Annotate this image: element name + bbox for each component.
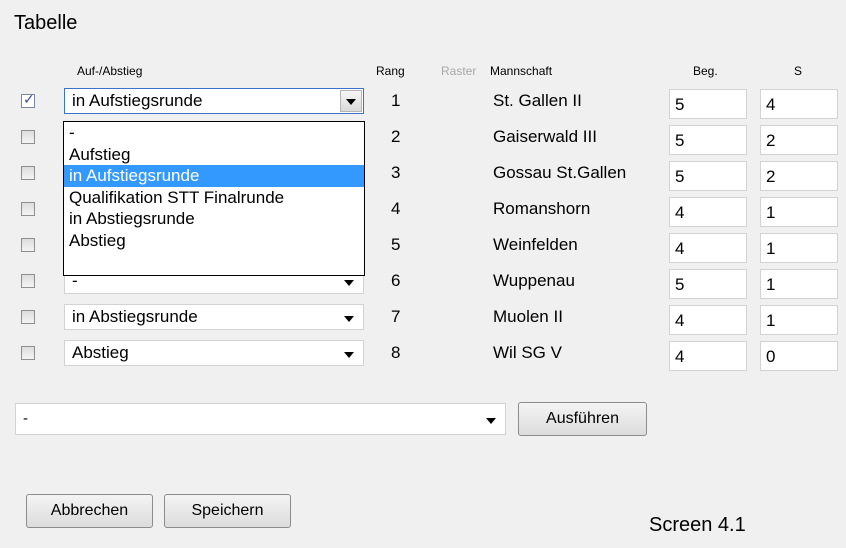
s-input[interactable]: 1	[760, 305, 838, 335]
row-checkbox[interactable]	[21, 274, 35, 288]
rank-value: 8	[391, 343, 401, 362]
rank-value: 5	[391, 235, 401, 254]
header-mannschaft: Mannschaft	[490, 64, 553, 78]
table-row: Abstieg 8 Wil SG V 40	[0, 336, 846, 372]
team-name: Muolen II	[493, 307, 563, 326]
row-checkbox[interactable]	[21, 92, 35, 108]
s-input[interactable]: 2	[760, 125, 838, 155]
row-checkbox[interactable]	[21, 346, 35, 360]
chevron-down-icon	[344, 280, 354, 286]
status-dropdown-list[interactable]: - Aufstieg in Aufstiegsrunde Qualifikation …	[63, 121, 365, 276]
cancel-button[interactable]: Abbrechen	[26, 494, 153, 528]
bulk-action-value: -	[23, 410, 28, 427]
beg-input[interactable]: 4	[669, 197, 747, 227]
row-checkbox[interactable]	[21, 166, 35, 180]
header-rang: Rang	[376, 64, 405, 78]
team-name: Wil SG V	[493, 343, 562, 362]
dropdown-option[interactable]: in Aufstiegsrunde	[64, 165, 364, 187]
row-checkbox[interactable]	[21, 238, 35, 252]
table-row: in Abstiegsrunde 7 Muolen II 4 1	[0, 300, 846, 336]
team-name: Wuppenau	[493, 271, 575, 290]
s-input[interactable]: 4	[760, 89, 838, 119]
chevron-down-icon	[346, 99, 356, 105]
dropdown-option[interactable]: Qualifikation STT Finalrunde	[64, 187, 364, 209]
status-select-value: in Abstiegsrunde	[72, 307, 198, 326]
beg-input[interactable]: 4	[669, 233, 747, 263]
team-name: Weinfelden	[493, 235, 578, 254]
rank-value: 6	[391, 271, 401, 290]
execute-button[interactable]: Ausführen	[518, 402, 647, 436]
beg-input[interactable]: 4	[669, 305, 747, 335]
header-s: S	[794, 64, 803, 78]
status-select-value: Abstieg	[72, 343, 129, 362]
table-row: in Aufstiegsrunde 1 St. Gallen II 54	[0, 84, 846, 120]
chevron-down-icon	[344, 352, 354, 358]
chevron-down-icon	[486, 418, 496, 424]
header-raster: Raster	[441, 64, 477, 78]
beg-input[interactable]: 5	[669, 89, 747, 119]
dropdown-option[interactable]: -	[64, 122, 364, 144]
team-name: Romanshorn	[493, 199, 591, 218]
row-checkbox[interactable]	[21, 310, 35, 324]
dropdown-button[interactable]	[340, 90, 362, 112]
team-name: Gossau St.Gallen	[493, 163, 627, 182]
row-checkbox[interactable]	[21, 130, 35, 144]
rank-value: 7	[391, 307, 401, 326]
dropdown-option[interactable]: Aufstieg	[64, 144, 364, 166]
rank-value: 1	[391, 91, 401, 110]
s-input[interactable]: 1	[760, 197, 838, 227]
beg-input[interactable]: 5	[669, 125, 747, 155]
rank-value: 4	[391, 199, 401, 218]
s-input[interactable]: 0	[760, 341, 838, 371]
s-input[interactable]: 1	[760, 233, 838, 263]
page-title: Tabelle	[14, 12, 78, 34]
status-select[interactable]: in Abstiegsrunde	[64, 304, 364, 330]
team-name: Gaiserwald III	[493, 127, 597, 146]
status-select-value: in Aufstiegsrunde	[72, 91, 203, 110]
beg-input[interactable]: 4	[669, 341, 747, 371]
status-select[interactable]: Abstieg	[64, 340, 364, 366]
header-beg: Beg.	[693, 64, 718, 78]
header-auf-abstieg: Auf-/Abstieg	[77, 64, 143, 78]
s-input[interactable]: 2	[760, 161, 838, 191]
dropdown-option[interactable]: Abstieg	[64, 230, 364, 252]
dropdown-option[interactable]: in Abstiegsrunde	[64, 208, 364, 230]
beg-input[interactable]: 5	[669, 269, 747, 299]
status-select[interactable]: in Aufstiegsrunde	[64, 88, 364, 114]
beg-input[interactable]: 5	[669, 161, 747, 191]
screen-caption: Screen 4.1	[649, 514, 746, 536]
rank-value: 3	[391, 163, 401, 182]
save-button[interactable]: Speichern	[164, 494, 291, 528]
rank-value: 2	[391, 127, 401, 146]
bulk-action-select[interactable]: -	[15, 403, 506, 435]
row-checkbox[interactable]	[21, 202, 35, 216]
team-name: St. Gallen II	[493, 91, 582, 110]
s-input[interactable]: 1	[760, 269, 838, 299]
chevron-down-icon	[344, 316, 354, 322]
